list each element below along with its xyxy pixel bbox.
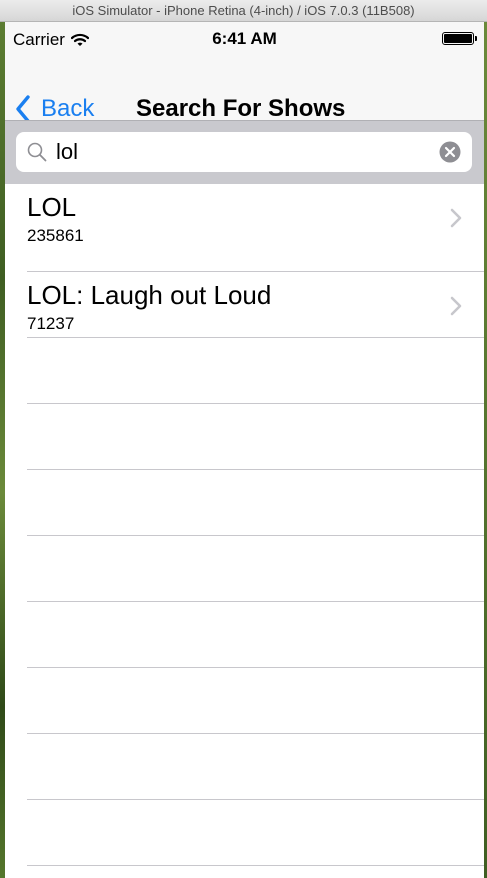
phone-screen: Carrier 6:41 AM Back Search For Shows lo… (5, 22, 484, 878)
search-input[interactable] (56, 136, 426, 168)
table-row[interactable]: LOL 235861 (5, 184, 484, 250)
empty-row-separator (27, 865, 484, 866)
row-title: LOL: Laugh out Loud (27, 280, 272, 310)
chevron-left-icon (16, 95, 30, 123)
navigation-bar: Back Search For Shows (5, 62, 484, 123)
empty-row-separator (27, 667, 484, 668)
row-subtitle: 235861 (27, 226, 84, 245)
empty-row-separator (27, 403, 484, 404)
battery-nub (475, 36, 477, 41)
chevron-right-icon (450, 208, 462, 228)
table-row[interactable]: LOL: Laugh out Loud 71237 (5, 272, 484, 338)
search-field[interactable] (16, 132, 472, 172)
search-icon (27, 142, 47, 162)
back-button-label: Back (41, 95, 95, 122)
status-bar: Carrier 6:41 AM (5, 22, 484, 62)
search-bar (5, 120, 484, 184)
empty-row-separator (27, 535, 484, 536)
row-separator (27, 337, 484, 338)
empty-row-separator (27, 469, 484, 470)
clear-search-icon[interactable] (439, 141, 461, 163)
row-subtitle: 71237 (27, 314, 75, 333)
battery-fill (444, 34, 472, 43)
page-title: Search For Shows (136, 95, 346, 122)
empty-row-separator (27, 733, 484, 734)
window-title: iOS Simulator - iPhone Retina (4-inch) /… (72, 3, 415, 18)
simulator-window-titlebar: iOS Simulator - iPhone Retina (4-inch) /… (0, 0, 487, 22)
status-time: 6:41 AM (212, 29, 277, 48)
empty-row-separator (27, 601, 484, 602)
row-title: LOL (27, 192, 77, 222)
battery-icon (442, 32, 477, 45)
chevron-right-icon (450, 296, 462, 316)
empty-row-separator (27, 799, 484, 800)
results-table: LOL 235861 LOL: Laugh out Loud 71237 (5, 184, 484, 878)
